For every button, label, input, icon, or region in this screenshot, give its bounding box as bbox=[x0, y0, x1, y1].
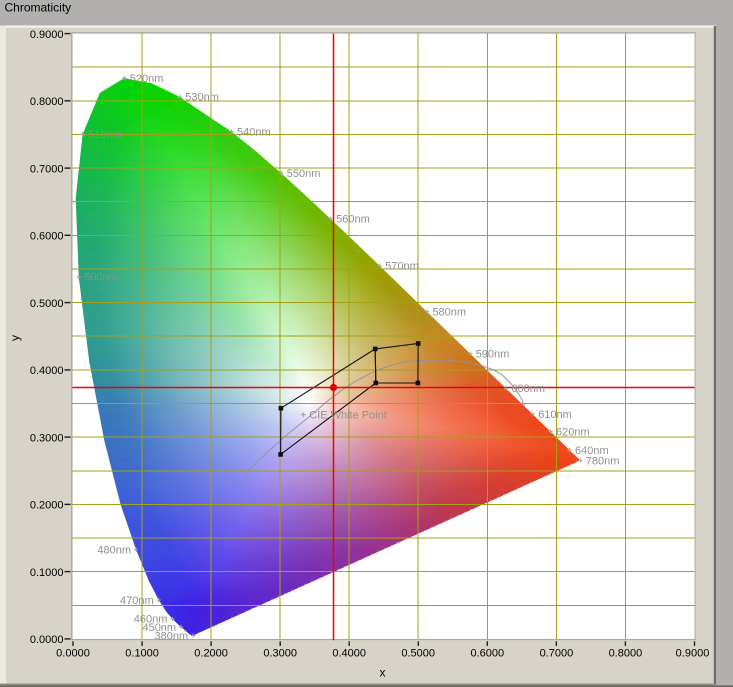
svg-text:540nm: 540nm bbox=[237, 126, 271, 138]
svg-text:0.6000: 0.6000 bbox=[470, 648, 504, 660]
svg-text:Chromaticity: Chromaticity bbox=[5, 1, 72, 15]
svg-text:470nm: 470nm bbox=[120, 595, 154, 607]
svg-text:560nm: 560nm bbox=[336, 214, 370, 226]
svg-text:780nm: 780nm bbox=[586, 455, 620, 467]
svg-text:510nm: 510nm bbox=[88, 129, 122, 141]
svg-text:550nm: 550nm bbox=[287, 168, 321, 180]
svg-text:0.8000: 0.8000 bbox=[30, 96, 64, 108]
svg-text:600nm: 600nm bbox=[511, 383, 545, 395]
svg-text:0.7000: 0.7000 bbox=[540, 648, 574, 660]
svg-text:610nm: 610nm bbox=[538, 409, 572, 421]
svg-text:CIE White Point: CIE White Point bbox=[309, 410, 387, 422]
svg-text:x: x bbox=[380, 666, 386, 680]
svg-text:0.1000: 0.1000 bbox=[30, 567, 64, 579]
svg-text:0.0000: 0.0000 bbox=[56, 648, 90, 660]
svg-text:460nm: 460nm bbox=[134, 614, 168, 626]
svg-text:590nm: 590nm bbox=[476, 348, 510, 360]
svg-text:0.5000: 0.5000 bbox=[30, 298, 64, 310]
svg-text:0.6000: 0.6000 bbox=[30, 231, 64, 243]
svg-text:0.8000: 0.8000 bbox=[609, 648, 643, 660]
svg-text:0.1000: 0.1000 bbox=[125, 648, 159, 660]
svg-text:0.2000: 0.2000 bbox=[194, 648, 228, 660]
svg-text:0.3000: 0.3000 bbox=[263, 648, 297, 660]
svg-text:0.2000: 0.2000 bbox=[30, 500, 64, 512]
svg-text:y: y bbox=[8, 335, 22, 341]
svg-text:500nm: 500nm bbox=[84, 272, 118, 284]
svg-text:0.9000: 0.9000 bbox=[30, 29, 64, 41]
svg-text:570nm: 570nm bbox=[385, 261, 419, 273]
svg-text:530nm: 530nm bbox=[185, 92, 219, 104]
svg-text:480nm: 480nm bbox=[97, 544, 131, 556]
svg-text:0.4000: 0.4000 bbox=[30, 365, 64, 377]
svg-text:0.3000: 0.3000 bbox=[30, 432, 64, 444]
svg-text:0.9000: 0.9000 bbox=[676, 648, 710, 660]
svg-text:0.4000: 0.4000 bbox=[332, 648, 366, 660]
svg-text:0.5000: 0.5000 bbox=[401, 648, 435, 660]
svg-text:0.0000: 0.0000 bbox=[30, 634, 64, 646]
svg-text:0.7000: 0.7000 bbox=[30, 163, 64, 175]
svg-text:620nm: 620nm bbox=[556, 426, 590, 438]
svg-text:520nm: 520nm bbox=[130, 73, 164, 85]
svg-text:580nm: 580nm bbox=[432, 306, 466, 318]
